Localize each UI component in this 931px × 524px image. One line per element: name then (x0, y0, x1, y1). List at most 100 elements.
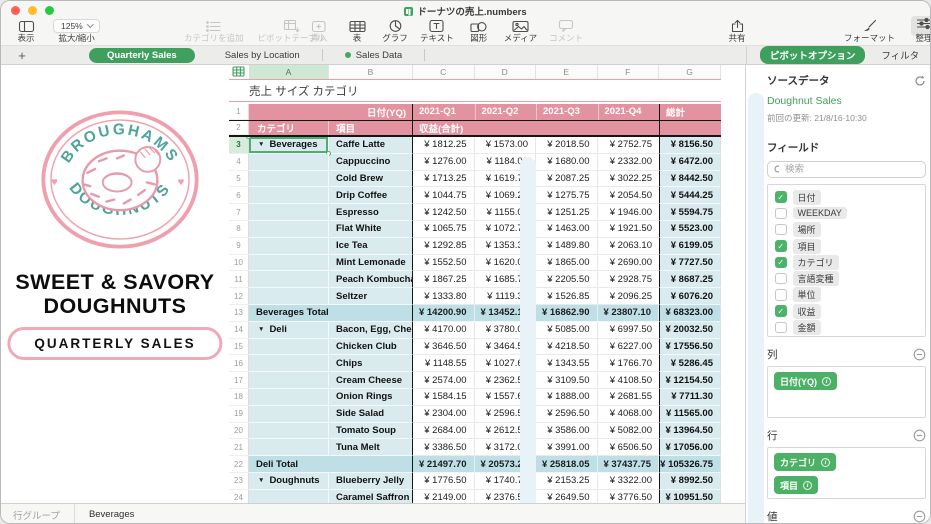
shape-button[interactable]: 図形 (466, 19, 492, 43)
category-cell[interactable] (249, 238, 329, 255)
row-number[interactable]: 16 (229, 355, 249, 372)
value-cell[interactable]: ¥ 2153.25 (536, 473, 598, 490)
row-total-cell[interactable]: ¥ 20032.50 (659, 322, 721, 339)
item-cell[interactable]: Flat White (329, 221, 413, 238)
item-cell[interactable]: Cream Cheese (329, 372, 413, 389)
column-letter-D[interactable]: D (475, 65, 537, 79)
value-cell[interactable]: ¥ 2690.00 (598, 255, 660, 272)
value-cell[interactable]: ¥ 1489.80 (536, 238, 598, 255)
zone-box[interactable]: カテゴリi項目i (767, 447, 926, 499)
tab-pivot-options[interactable]: ピボットオプション (760, 46, 866, 64)
value-cell[interactable]: ¥ 2205.50 (536, 271, 598, 288)
item-cell[interactable]: Mint Lemonade (329, 255, 413, 272)
row-number[interactable]: 17 (229, 372, 249, 389)
row-total-cell[interactable]: ¥ 8156.50 (659, 137, 721, 154)
row-number[interactable]: 4 (229, 154, 249, 171)
info-icon[interactable]: i (822, 377, 831, 386)
text-button[interactable]: テキスト (420, 19, 454, 43)
value-cell[interactable]: ¥ 4170.00 (413, 322, 475, 339)
value-cell[interactable]: ¥ 3586.00 (536, 423, 598, 440)
sheet-tab[interactable]: Sales Data (323, 46, 424, 64)
category-cell[interactable] (249, 372, 329, 389)
item-cell[interactable]: Bacon, Egg, Cheese (329, 322, 413, 339)
media-button[interactable]: メディア (504, 19, 537, 43)
item-cell[interactable]: Chips (329, 355, 413, 372)
value-cell[interactable]: ¥ 25818.05 (536, 456, 598, 473)
row-total-cell[interactable]: ¥ 8992.50 (659, 473, 721, 490)
row-total-cell[interactable]: ¥ 13964.50 (659, 423, 721, 440)
value-cell[interactable]: ¥ 1242.50 (413, 204, 475, 221)
field-checkbox[interactable]: ✓ (775, 240, 787, 252)
sheet-artwork[interactable]: BROUGHAMS DOUGHNUTS ♥ ♥ (1, 65, 229, 503)
sheet-tab-active[interactable]: Quarterly Sales (89, 48, 195, 63)
category-cell[interactable] (249, 355, 329, 372)
value-cell[interactable]: ¥ 2018.50 (536, 137, 598, 154)
quarter-header-cell[interactable]: 2021-Q1 (413, 104, 475, 120)
value-cell[interactable]: ¥ 3109.50 (536, 372, 598, 389)
value-cell[interactable]: ¥ 23807.10 (598, 305, 660, 322)
field-row[interactable]: 場所 (768, 222, 925, 238)
row-number[interactable]: 9 (229, 238, 249, 255)
view-button[interactable]: 表示 (13, 19, 39, 43)
row-number[interactable]: 19 (229, 406, 249, 423)
value-cell[interactable]: ¥ 1776.50 (413, 473, 475, 490)
item-cell[interactable]: Blueberry Jelly (329, 473, 413, 490)
value-cell[interactable]: ¥ 1552.50 (413, 255, 475, 272)
row-total-cell[interactable]: ¥ 11565.00 (659, 406, 721, 423)
value-cell[interactable]: ¥ 2752.75 (598, 137, 660, 154)
row-number[interactable]: 3 (229, 137, 249, 154)
row-total-cell[interactable]: ¥ 8687.25 (659, 271, 721, 288)
search-input[interactable] (783, 163, 919, 176)
zoom-control[interactable]: 125% 拡大/縮小 (53, 19, 100, 43)
item-cell[interactable]: Tomato Soup (329, 423, 413, 440)
value-cell[interactable]: ¥ 2684.00 (413, 423, 475, 440)
value-cell[interactable]: ¥ 3022.25 (598, 171, 660, 188)
item-cell[interactable]: Drip Coffee (329, 187, 413, 204)
item-cell[interactable]: Chicken Club (329, 339, 413, 356)
add-sheet-button[interactable]: + (11, 46, 33, 64)
row-total-cell[interactable]: ¥ 5594.75 (659, 204, 721, 221)
row-number[interactable]: 20 (229, 423, 249, 440)
zone-pill[interactable]: カテゴリi (774, 453, 836, 471)
item-cell[interactable]: Caffe Latte (329, 137, 413, 154)
value-cell[interactable]: ¥ 1865.00 (536, 255, 598, 272)
item-header-cell[interactable]: 項目 (329, 121, 413, 136)
value-cell[interactable]: ¥ 1584.15 (413, 389, 475, 406)
value-cell[interactable]: ¥ 1333.80 (413, 288, 475, 305)
value-cell[interactable]: ¥ 1044.75 (413, 187, 475, 204)
field-row[interactable]: 金額 (768, 319, 925, 335)
item-cell[interactable]: Caramel Saffron (329, 490, 413, 503)
value-cell[interactable]: ¥ 1680.00 (536, 154, 598, 171)
value-cell[interactable]: ¥ 3776.50 (598, 490, 660, 503)
value-cell[interactable]: ¥ 4068.00 (598, 406, 660, 423)
value-cell[interactable]: ¥ 3322.00 (598, 473, 660, 490)
item-cell[interactable]: Peach Kombucha (329, 271, 413, 288)
value-cell[interactable]: ¥ 6227.00 (598, 339, 660, 356)
field-checkbox[interactable] (775, 224, 787, 236)
refresh-icon[interactable] (914, 75, 926, 87)
category-cell[interactable] (249, 171, 329, 188)
value-cell[interactable]: ¥ 1292.85 (413, 238, 475, 255)
category-cell[interactable]: ▼Beverages (249, 137, 329, 154)
item-cell[interactable]: Onion Rings (329, 389, 413, 406)
zone-pill[interactable]: 日付(YQ)i (774, 372, 837, 390)
row-total-cell[interactable]: ¥ 17056.00 (659, 439, 721, 456)
value-cell[interactable]: ¥ 1343.55 (536, 355, 598, 372)
category-cell[interactable] (249, 204, 329, 221)
row-number[interactable]: 6 (229, 187, 249, 204)
add-category-button[interactable]: カテゴリを追加 (184, 19, 244, 43)
chart-button[interactable]: グラフ (382, 19, 408, 43)
value-cell[interactable]: ¥ 37437.75 (598, 456, 660, 473)
row-number[interactable]: 7 (229, 204, 249, 221)
quarter-header-cell[interactable]: 2021-Q3 (536, 104, 598, 120)
row-total-cell[interactable]: ¥ 68323.00 (659, 305, 721, 322)
value-cell[interactable]: ¥ 2054.50 (598, 187, 660, 204)
value-cell[interactable]: ¥ 1946.00 (598, 204, 660, 221)
table-button[interactable]: 表 (344, 19, 370, 43)
row-total-cell[interactable]: ¥ 17556.50 (659, 339, 721, 356)
value-cell[interactable]: ¥ 2304.00 (413, 406, 475, 423)
category-cell[interactable] (249, 255, 329, 272)
field-row[interactable]: WEEKDAY (768, 205, 925, 221)
value-cell[interactable]: ¥ 2096.25 (598, 288, 660, 305)
field-checkbox[interactable] (775, 322, 787, 334)
